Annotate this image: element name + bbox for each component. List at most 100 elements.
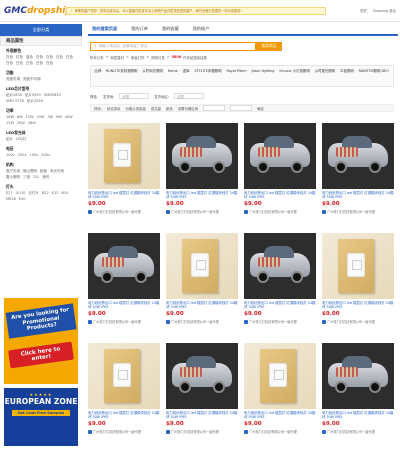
- filter-option[interactable]: 白色: [36, 61, 43, 66]
- filter-option[interactable]: 白色: [36, 55, 43, 60]
- filter-option[interactable]: 亮度可调: [6, 77, 20, 82]
- filter-option[interactable]: E40: [19, 197, 26, 202]
- search-input[interactable]: ⌕ 请输入商品名, 品牌或者厂家名: [90, 41, 256, 51]
- product-title[interactable]: 电力线优势出口 led 楼层灯 红源模块线灯 24模块 50W IP65: [322, 411, 394, 420]
- filter-option[interactable]: 6W: [17, 115, 23, 120]
- brand-option[interactable]: Royal Pitem: [227, 69, 247, 83]
- brand-option[interactable]: 平板照明: [340, 69, 354, 83]
- product-title[interactable]: 电力线优势出口 led 楼层灯 红源模块线灯 24模块 50W IP65: [166, 411, 238, 420]
- filter-option[interactable]: 佛山照明: [23, 169, 37, 174]
- brand-option[interactable]: 从时间光照明: [142, 69, 162, 83]
- product-card[interactable]: 电力线优势出口 led 楼层灯 红源模块线灯 24模块 50W IP65 $9.0…: [322, 233, 398, 339]
- seller-name[interactable]: 广州珠力灯具技有限公司一级代理: [249, 319, 297, 324]
- nav-account[interactable]: 我的账户: [193, 26, 210, 32]
- car-product-image[interactable]: [88, 233, 160, 299]
- filter-option[interactable]: MR16: [6, 197, 16, 202]
- seller-name[interactable]: 广州珠力灯具技有限公司一级代理: [93, 209, 141, 214]
- filter-option[interactable]: 9W: [56, 115, 62, 120]
- seller-name[interactable]: 广州珠力灯具技有限公司一级代理: [249, 209, 297, 214]
- filter-option[interactable]: E12: [52, 191, 59, 196]
- filter-option[interactable]: 红色: [16, 55, 23, 60]
- filter-option[interactable]: 嘉兴光电: [6, 169, 20, 174]
- filter-option[interactable]: 雷士照明: [6, 175, 20, 180]
- switch-product-image[interactable]: [322, 233, 394, 299]
- greeting-link[interactable]: 您好,: [360, 8, 368, 13]
- product-title[interactable]: 电力线优势出口 led 楼层灯 红源模块线灯 24模块 50W IP65: [88, 301, 160, 310]
- crumb-lighting[interactable]: 家装灯饰: [131, 55, 145, 60]
- product-title[interactable]: 电力线优势出口 led 楼层灯 红源模块线灯 24模块 50W IP65: [244, 301, 316, 310]
- product-card[interactable]: 电力线优势出口 led 楼层灯 红源模块线灯 24模块 50W IP65 $9.0…: [88, 343, 164, 449]
- site-logo[interactable]: GMCdropship: [4, 6, 72, 16]
- price-max-input[interactable]: [230, 105, 253, 111]
- filter-option[interactable]: 白色: [6, 61, 13, 66]
- filter-option[interactable]: 25W: [17, 121, 25, 126]
- sort-volume[interactable]: 成交量: [151, 106, 161, 111]
- nav-favorites[interactable]: 我的收藏: [162, 26, 179, 32]
- seller-name[interactable]: 广州珠力灯具技有限公司一级代理: [171, 319, 219, 324]
- filter-option[interactable]: 12W: [26, 115, 34, 120]
- car-product-image[interactable]: [322, 343, 394, 409]
- brand-option[interactable]: 从时更光照明: [315, 69, 335, 83]
- logout-link[interactable]: Dropship 退出: [373, 8, 396, 13]
- car-product-image[interactable]: [322, 123, 394, 189]
- product-title[interactable]: 电力线优势出口 led 楼层灯 红源模块线灯 24模块 50W IP65: [244, 411, 316, 420]
- filter-option[interactable]: 永光光电: [50, 169, 64, 174]
- product-title[interactable]: 电力线优势出口 led 楼层灯 红源模块线灯 24模块 50W IP65: [88, 191, 160, 200]
- filter-option[interactable]: 白色: [16, 61, 23, 66]
- filter-option[interactable]: SMD 5730: [6, 99, 24, 104]
- filter-option[interactable]: 100v: [6, 153, 15, 158]
- switch-product-image[interactable]: [88, 343, 160, 409]
- seller-name[interactable]: 广州珠力灯具技有限公司一级代理: [93, 319, 141, 324]
- all-categories-tab[interactable]: 全部分类: [0, 24, 82, 36]
- brand-option[interactable]: chuanc 小灯泡照明: [279, 69, 309, 83]
- product-title[interactable]: 电力线优势出口 led 楼层灯 红源模块线灯 24模块 50W IP65: [322, 301, 394, 310]
- filter-option[interactable]: 无灯头: [28, 191, 39, 196]
- promo-ad-banner[interactable]: Are you looking for Promotional Products…: [4, 298, 78, 384]
- seller-name[interactable]: 广州珠力灯具技有限公司一级代理: [171, 429, 219, 434]
- filter-option[interactable]: 贴片: [6, 137, 13, 142]
- seller-name[interactable]: 广州珠力灯具技有限公司一级代理: [327, 429, 375, 434]
- product-title[interactable]: 电力线优势出口 led 楼层灯 红源模块线灯 24模块 50W IP65: [166, 301, 238, 310]
- filter-option[interactable]: 25W: [37, 115, 45, 120]
- filter-option[interactable]: 200v: [41, 153, 50, 158]
- filter-option[interactable]: 白色: [56, 55, 63, 60]
- product-card[interactable]: 电力线优势出口 led 楼层灯 红源模块线灯 24模块 50W IP65 $9.0…: [166, 123, 242, 229]
- filter-option[interactable]: 45W: [65, 115, 73, 120]
- filter-option[interactable]: 蓝色: [26, 55, 33, 60]
- filter-option[interactable]: 白色: [46, 55, 53, 60]
- filter-option[interactable]: 三雄: [23, 175, 30, 180]
- switch-product-image[interactable]: [244, 343, 316, 409]
- european-zone-banner[interactable]: ★★★★★ EUROPEAN ZONE Get Cash Free Sample…: [4, 388, 78, 446]
- filter-option[interactable]: E27: [6, 191, 13, 196]
- switch-product-image[interactable]: [166, 233, 238, 299]
- sort-new[interactable]: 新品: [166, 106, 173, 111]
- brand-option[interactable]: Jason lighting: [252, 69, 275, 83]
- seller-name[interactable]: 广州珠力灯具技有限公司一级代理: [327, 209, 375, 214]
- nav-my-orders[interactable]: 我的订单: [131, 26, 148, 32]
- filter-option[interactable]: SMD5630: [44, 93, 61, 98]
- brand-option[interactable]: Home: [168, 69, 178, 83]
- filter-option[interactable]: 白色: [66, 55, 73, 60]
- product-card[interactable]: 电力线优势出口 led 楼层灯 红源模块线灯 24模块 50W IP65 $9.0…: [322, 123, 398, 229]
- filter-option[interactable]: 贴片3528: [27, 99, 43, 104]
- product-card[interactable]: 电力线优势出口 led 楼层灯 红源模块线灯 24模块 50W IP65 $9.0…: [166, 343, 242, 449]
- price-min-input[interactable]: [203, 105, 226, 111]
- car-product-image[interactable]: [244, 123, 316, 189]
- filter-option[interactable]: 欧普: [40, 169, 47, 174]
- filter-option[interactable]: 200v: [18, 153, 27, 158]
- car-product-image[interactable]: [166, 343, 238, 409]
- product-title[interactable]: 电力线优势出口 led 楼层灯 红源模块线灯 24模块 50W IP65: [166, 191, 238, 200]
- filter-option[interactable]: 36W: [28, 121, 36, 126]
- search-button[interactable]: 搜索商品: [256, 41, 282, 51]
- product-title[interactable]: 电力线优势出口 led 楼层灯 红源模块线灯 24模块 50W IP65: [88, 411, 160, 420]
- brand-option[interactable]: STYLITE风格照明: [195, 69, 222, 83]
- filter-option[interactable]: B22: [42, 191, 49, 196]
- ad-cta-button[interactable]: Click here to enter!: [8, 341, 74, 368]
- region-select[interactable]: 全国: [173, 93, 204, 99]
- filter-option[interactable]: GU10: [16, 191, 26, 196]
- product-card[interactable]: 电力线优势出口 led 楼层灯 红源模块线灯 24模块 50W IP65 $9.0…: [244, 123, 320, 229]
- filter-option[interactable]: TCL: [33, 175, 39, 180]
- seller-name[interactable]: 广州珠力灯具技有限公司一级代理: [171, 209, 219, 214]
- filter-option[interactable]: 白色: [46, 61, 53, 66]
- filter-option[interactable]: 贴片2835: [6, 93, 22, 98]
